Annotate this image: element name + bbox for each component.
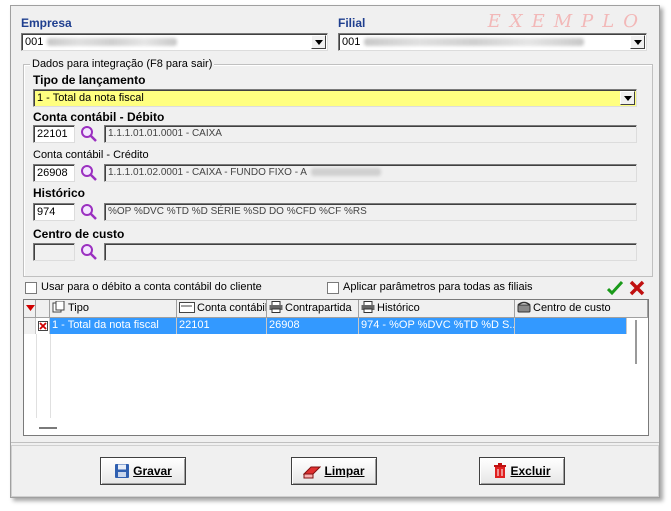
grid-header: Tipo Conta contábil Contrapartida Histór… (24, 300, 648, 318)
row-checkbox[interactable] (36, 318, 50, 334)
aplicar-todas-label: Aplicar parâmetros para todas as filiais (343, 281, 533, 293)
empresa-select[interactable]: 001 (21, 33, 328, 51)
historico-desc: %OP %DVC %TD %D SÉRIE %SD DO %CFD %CF %R… (104, 203, 637, 221)
check-icon[interactable] (607, 280, 623, 296)
grid-divider (36, 334, 37, 418)
aplicar-todas-checkbox[interactable] (327, 282, 339, 294)
grid-divider (50, 334, 51, 418)
cell-centro[interactable] (515, 318, 627, 334)
filial-value: 001 (342, 36, 361, 48)
credito-desc: 1.1.1.01.02.0001 - CAIXA - FUNDO FIXO - … (104, 164, 637, 182)
filial-select[interactable]: 001 (338, 33, 647, 51)
historico-label: Histórico (33, 186, 86, 200)
limpar-button[interactable]: Limpar (291, 457, 377, 485)
gravar-button[interactable]: Gravar (100, 457, 186, 485)
sort-down-icon (26, 305, 35, 311)
header-check (36, 300, 50, 318)
cell-historico[interactable]: 974 - %OP %DVC %TD %D S... (359, 318, 515, 334)
chevron-down-icon[interactable] (620, 91, 635, 105)
button-bar: Gravar Limpar Excluir (11, 442, 659, 498)
trash-icon (494, 463, 507, 478)
historico-code-input[interactable]: 974 (33, 203, 75, 221)
group-title: Dados para integração (F8 para sair) (30, 58, 215, 70)
watermark: EXEMPLO (487, 11, 647, 32)
empresa-redacted (47, 38, 178, 47)
tipo-label: Tipo de lançamento (33, 73, 146, 87)
search-icon[interactable] (80, 203, 98, 221)
chevron-down-icon[interactable] (630, 35, 645, 49)
chevron-down-icon[interactable] (311, 35, 326, 49)
header-tipo[interactable]: Tipo (50, 300, 177, 318)
documents-icon (52, 300, 65, 313)
table-row[interactable]: 1 - Total da nota fiscal 22101 26908 974… (24, 318, 648, 334)
header-historico[interactable]: Histórico (359, 300, 515, 318)
filial-label: Filial (338, 16, 366, 30)
empresa-value: 001 (25, 36, 44, 48)
printer-icon (361, 301, 375, 313)
phone-icon (517, 301, 531, 313)
header-contrapartida[interactable]: Contrapartida (267, 300, 359, 318)
header-centro[interactable]: Centro de custo (515, 300, 648, 318)
cell-contrapartida[interactable]: 26908 (267, 318, 359, 334)
delete-x-icon[interactable] (629, 280, 645, 296)
cell-conta[interactable]: 22101 (177, 318, 267, 334)
floppy-disk-icon (115, 464, 130, 478)
header-indicator[interactable] (24, 300, 36, 318)
centro-label: Centro de custo (33, 227, 125, 241)
usar-debito-checkbox[interactable] (25, 282, 37, 294)
empresa-label: Empresa (21, 16, 72, 30)
cell-tipo[interactable]: 1 - Total da nota fiscal (50, 318, 177, 334)
search-icon[interactable] (80, 243, 98, 261)
vertical-scrollbar[interactable] (635, 320, 637, 364)
checked-x-icon (38, 321, 48, 331)
debito-label: Conta contábil - Débito (33, 110, 165, 124)
centro-code-input[interactable] (33, 243, 75, 261)
credito-redacted (310, 168, 381, 177)
credito-code-input[interactable]: 26908 (33, 164, 75, 182)
usar-debito-label: Usar para o débito a conta contábil do c… (41, 281, 262, 293)
credito-desc-text: 1.1.1.01.02.0001 - CAIXA - FUNDO FIXO - … (108, 167, 307, 178)
search-icon[interactable] (80, 164, 98, 182)
eraser-icon (303, 466, 322, 479)
records-grid: Tipo Conta contábil Contrapartida Histór… (23, 299, 649, 436)
debito-code-input[interactable]: 22101 (33, 125, 75, 143)
centro-desc (104, 243, 637, 261)
debito-desc: 1.1.1.01.01.0001 - CAIXA (104, 125, 637, 143)
credito-label: Conta contábil - Crédito (33, 149, 149, 161)
row-indicator (24, 318, 36, 334)
main-window: EXEMPLO Empresa 001 Filial 001 Dados par… (10, 5, 660, 498)
filial-redacted (364, 38, 585, 47)
search-icon[interactable] (80, 125, 98, 143)
tipo-value: 1 - Total da nota fiscal (37, 92, 144, 104)
horizontal-scroll-thumb[interactable] (39, 427, 57, 429)
excluir-button[interactable]: Excluir (479, 457, 565, 485)
header-conta[interactable]: Conta contábil (177, 300, 267, 318)
card-icon (179, 302, 195, 313)
tipo-select[interactable]: 1 - Total da nota fiscal (33, 89, 637, 107)
printer-icon (269, 301, 283, 313)
